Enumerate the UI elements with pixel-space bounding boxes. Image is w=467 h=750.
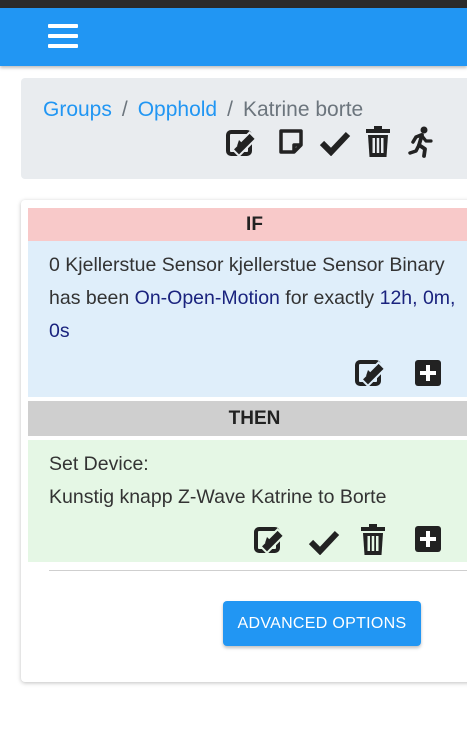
top-navbar xyxy=(0,8,467,66)
action-line-1: Set Device: xyxy=(49,453,149,475)
edit-icon[interactable] xyxy=(253,523,289,555)
action-line-2: Kunstig knapp Z-Wave Katrine to Borte xyxy=(49,486,387,508)
breadcrumb-groups[interactable]: Groups xyxy=(43,98,112,121)
breadcrumb-card: Groups / Opphold / Katrine borte xyxy=(21,78,467,179)
breadcrumb-current: Katrine borte xyxy=(242,98,364,121)
breadcrumb-opphold[interactable]: Opphold xyxy=(138,98,217,121)
condition-state: On-Open-Motion xyxy=(134,287,280,309)
rule-card: IF 0 Kjellerstue Sensor kjellerstue Sens… xyxy=(21,200,467,682)
edit-icon[interactable] xyxy=(354,356,390,388)
check-icon[interactable] xyxy=(319,130,351,156)
status-bar xyxy=(0,0,467,8)
hamburger-icon[interactable] xyxy=(48,24,78,48)
breadcrumb-separator: / xyxy=(227,98,233,121)
note-icon[interactable] xyxy=(277,128,305,156)
if-header: IF xyxy=(28,208,467,241)
trash-icon[interactable] xyxy=(365,126,391,158)
running-man-icon[interactable] xyxy=(407,126,435,158)
condition-text: 0 Kjellerstue Sensor kjellerstue Sensor … xyxy=(49,249,467,348)
condition-middle: for exactly xyxy=(279,287,380,309)
breadcrumb-separator: / xyxy=(121,98,128,121)
action-text: Set Device: Kunstig knapp Z-Wave Katrine… xyxy=(49,448,467,514)
divider xyxy=(49,570,467,571)
plus-icon[interactable] xyxy=(415,526,441,552)
check-icon[interactable] xyxy=(308,529,340,555)
then-header: THEN xyxy=(28,401,467,436)
trash-icon[interactable] xyxy=(360,524,386,556)
plus-icon[interactable] xyxy=(415,360,441,386)
condition-panel: 0 Kjellerstue Sensor kjellerstue Sensor … xyxy=(28,241,467,397)
action-panel: Set Device: Kunstig knapp Z-Wave Katrine… xyxy=(28,440,467,562)
breadcrumb: Groups / Opphold / Katrine borte xyxy=(43,98,363,122)
advanced-options-button[interactable]: ADVANCED OPTIONS xyxy=(223,601,421,646)
edit-icon[interactable] xyxy=(225,126,261,158)
